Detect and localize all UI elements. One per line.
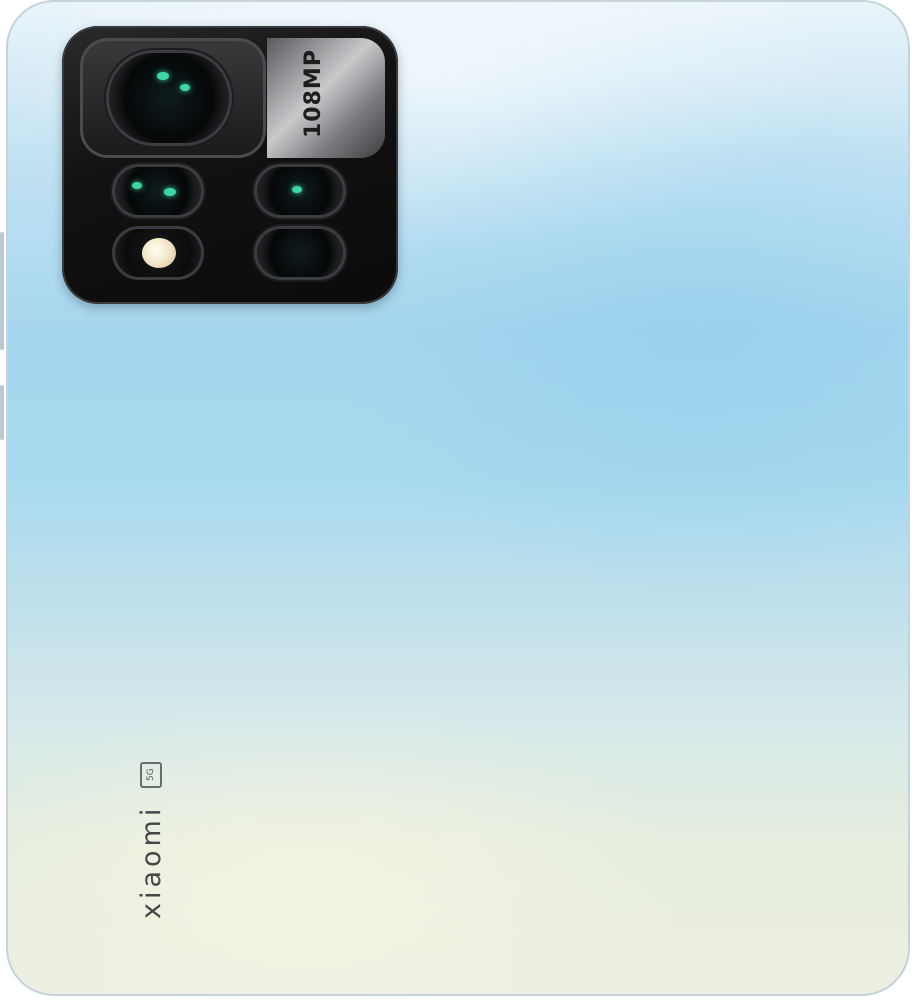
main-lens-glint-2 [180, 84, 190, 91]
flash-led [142, 238, 176, 268]
macro-lens-glint [292, 186, 302, 193]
ultrawide-camera-lens [112, 164, 204, 218]
camera-spec-label: 108MP [301, 49, 326, 138]
brand-wordmark: xiaomi [136, 804, 167, 920]
main-camera-lens [106, 50, 232, 146]
ultrawide-lens-glint-2 [164, 188, 176, 196]
network-badge: 5G [140, 762, 162, 788]
side-key-lower [0, 385, 4, 440]
side-key-upper [0, 232, 4, 350]
brand-logo-area: 5G xiaomi [126, 760, 186, 920]
camera-module: 108MP [62, 26, 398, 304]
main-lens-glint [157, 72, 169, 80]
depth-sensor-lens [254, 226, 346, 280]
camera-spec-plate: 108MP [267, 38, 385, 158]
camera-spec-sublabel [329, 60, 343, 136]
ultrawide-lens-glint [132, 182, 142, 189]
